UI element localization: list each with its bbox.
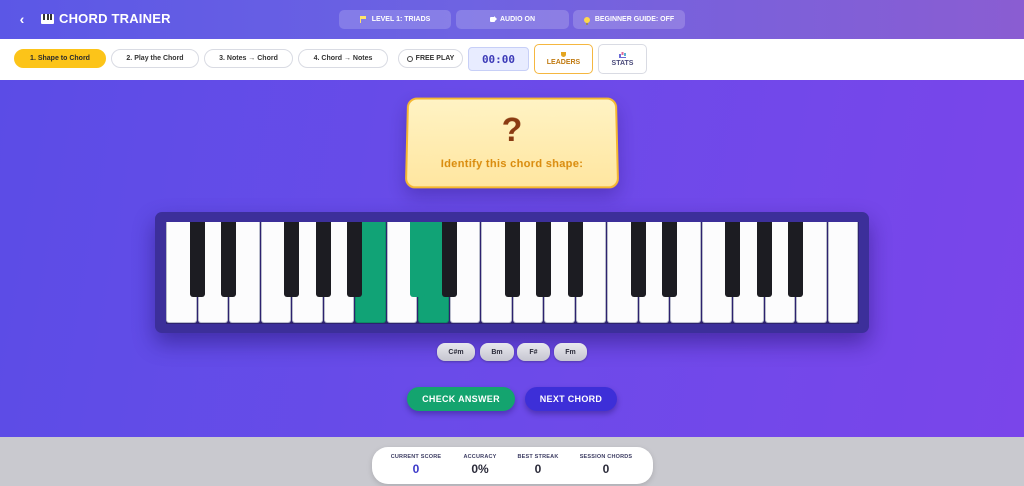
current-score-label: CURRENT SCORE bbox=[390, 454, 442, 460]
black-key[interactable] bbox=[788, 222, 803, 297]
trophy-icon bbox=[561, 52, 566, 57]
session-chords-value: 0 bbox=[602, 462, 610, 476]
session-chords-stat: SESSION CHORDS 0 bbox=[574, 454, 638, 476]
chord-choice[interactable]: C#m bbox=[437, 343, 475, 361]
black-key[interactable] bbox=[189, 222, 205, 297]
leaders-label: LEADERS bbox=[546, 59, 581, 66]
stats-label: STATS bbox=[611, 59, 634, 67]
app-header: ‹ CHORD TRAINER LEVEL 1: TRIADS AUDIO ON… bbox=[0, 0, 1024, 39]
accuracy-label: ACCURACY bbox=[463, 454, 497, 460]
black-key[interactable] bbox=[410, 222, 425, 297]
beginner-guide-toggle[interactable]: BEGINNER GUIDE: OFF bbox=[573, 10, 685, 29]
question-prompt: Identify this chord shape: bbox=[440, 158, 584, 171]
check-answer-button[interactable]: CHECK ANSWER bbox=[407, 387, 515, 411]
next-chord-button[interactable]: NEXT CHORD bbox=[525, 387, 617, 411]
flag-icon bbox=[359, 16, 367, 23]
level-label: LEVEL 1: TRIADS bbox=[371, 16, 431, 23]
question-mark: ? bbox=[501, 111, 523, 149]
session-chords-label: SESSION CHORDS bbox=[579, 454, 633, 460]
best-streak-label: BEST STREAK bbox=[517, 454, 559, 460]
black-key[interactable] bbox=[315, 222, 331, 297]
tab-notes-to-chord[interactable]: 3. Notes → Chord bbox=[204, 49, 293, 68]
stats-button[interactable]: STATS bbox=[598, 44, 647, 74]
black-key[interactable] bbox=[504, 222, 520, 297]
chord-choice[interactable]: Bm bbox=[480, 343, 514, 361]
current-score-value: 0 bbox=[412, 462, 420, 476]
bar-chart-icon bbox=[619, 52, 626, 58]
chord-choice[interactable]: Fm bbox=[554, 343, 587, 361]
best-streak-stat: BEST STREAK 0 bbox=[512, 454, 564, 476]
piano-icon bbox=[41, 13, 54, 24]
piano-frame bbox=[155, 212, 869, 333]
black-key[interactable] bbox=[221, 222, 236, 297]
accuracy-value: 0% bbox=[471, 462, 489, 476]
black-key[interactable] bbox=[284, 222, 299, 297]
audio-label: AUDIO ON bbox=[500, 16, 535, 23]
trainer-stage: ? Identify this chord shape: C#m Bm F# F… bbox=[0, 80, 1024, 437]
score-footer: CURRENT SCORE 0 ACCURACY 0% BEST STREAK … bbox=[0, 437, 1024, 486]
tab-play-the-chord[interactable]: 2. Play the Chord bbox=[111, 49, 199, 68]
back-button[interactable]: ‹ bbox=[14, 10, 30, 28]
black-key[interactable] bbox=[725, 222, 740, 297]
question-card: ? Identify this chord shape: bbox=[404, 97, 620, 189]
score-panel: CURRENT SCORE 0 ACCURACY 0% BEST STREAK … bbox=[372, 447, 653, 484]
guide-label: BEGINNER GUIDE: OFF bbox=[594, 16, 675, 23]
audio-toggle[interactable]: AUDIO ON bbox=[456, 10, 569, 29]
tab-shape-to-chord[interactable]: 1. Shape to Chord bbox=[14, 49, 106, 68]
app-brand: CHORD TRAINER bbox=[41, 11, 171, 26]
piano-keyboard bbox=[166, 222, 859, 324]
session-timer: 00:00 bbox=[468, 47, 529, 71]
current-score-stat: CURRENT SCORE 0 bbox=[388, 454, 444, 476]
chord-choice[interactable]: F# bbox=[517, 343, 550, 361]
black-key[interactable] bbox=[567, 222, 583, 297]
speaker-icon bbox=[490, 16, 497, 22]
app-title: CHORD TRAINER bbox=[59, 11, 171, 26]
free-play-label: FREE PLAY bbox=[415, 55, 455, 62]
tab-chord-to-notes[interactable]: 4. Chord → Notes bbox=[298, 49, 388, 68]
accuracy-stat: ACCURACY 0% bbox=[454, 454, 506, 476]
black-key[interactable] bbox=[441, 222, 457, 297]
white-key[interactable] bbox=[827, 222, 858, 323]
leaders-button[interactable]: LEADERS bbox=[534, 44, 593, 74]
lightbulb-icon bbox=[583, 16, 590, 25]
stopwatch-icon bbox=[406, 55, 413, 62]
black-key[interactable] bbox=[536, 222, 551, 297]
black-key[interactable] bbox=[662, 222, 677, 297]
black-key[interactable] bbox=[630, 222, 646, 297]
free-play-button[interactable]: FREE PLAY bbox=[398, 49, 463, 68]
best-streak-value: 0 bbox=[534, 462, 542, 476]
black-key[interactable] bbox=[347, 222, 362, 297]
black-key[interactable] bbox=[756, 222, 772, 297]
level-selector[interactable]: LEVEL 1: TRIADS bbox=[339, 10, 451, 29]
mode-toolbar: 1. Shape to Chord 2. Play the Chord 3. N… bbox=[0, 39, 1024, 80]
